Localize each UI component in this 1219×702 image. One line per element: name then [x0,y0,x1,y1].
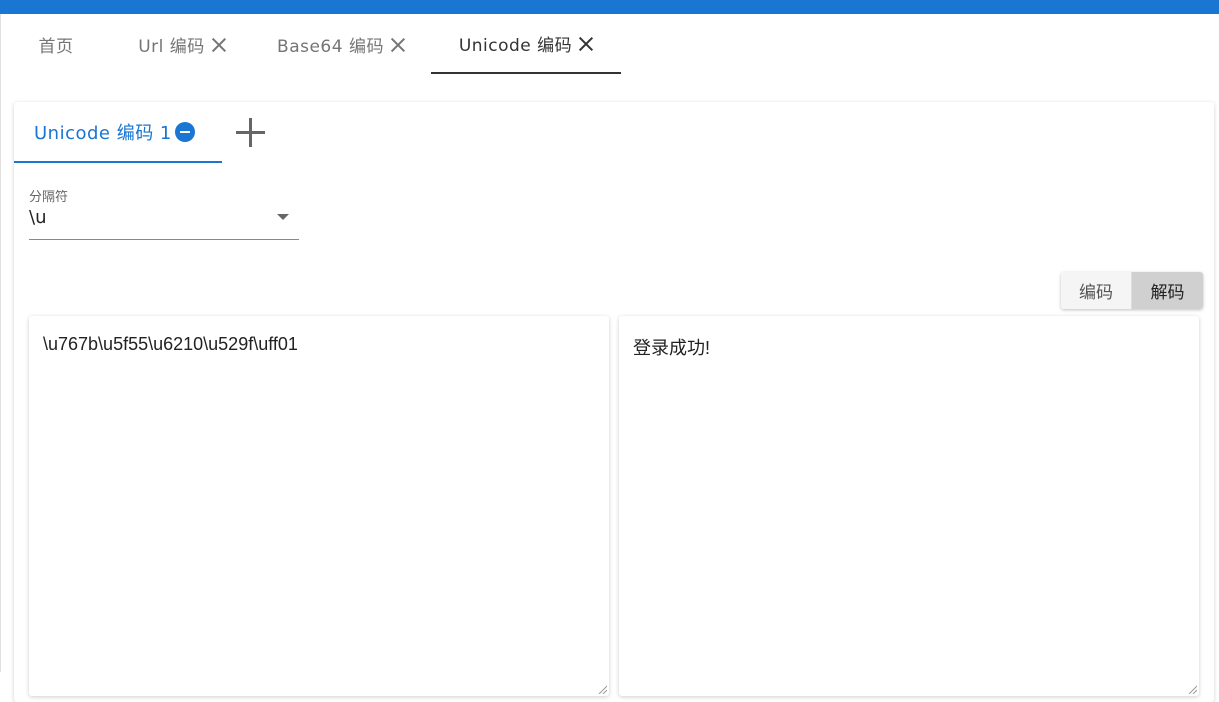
separator-value: \u [29,207,47,228]
close-icon[interactable] [390,37,405,52]
decode-button[interactable]: 解码 [1132,272,1203,309]
output-textarea[interactable]: 登录成功! [619,316,1199,696]
tab-base64-encode[interactable]: Base64 编码 [258,14,424,74]
left-border [0,14,1,672]
app-top-bar [0,0,1219,14]
close-icon[interactable] [211,37,226,52]
separator-label: 分隔符 [29,190,69,205]
tab-home-label: 首页 [38,36,74,57]
tab-url-encode[interactable]: Url 编码 [118,14,246,74]
mode-toggle-group: 编码 解码 [1061,272,1203,309]
caret-down-icon [277,214,289,220]
resize-handle-icon[interactable] [1187,684,1197,694]
tool-card: Unicode 编码 1 分隔符 \u 编码 解码 \u767b\u5f55\u… [14,102,1214,702]
separator-select[interactable]: 分隔符 \u [29,184,299,240]
output-text: 登录成功! [633,338,711,358]
tab-unicode-encode[interactable]: Unicode 编码 [431,14,621,74]
instance-tab-bar: Unicode 编码 1 [14,102,314,163]
instance-tab-label: Unicode 编码 1 [34,122,172,144]
encode-button[interactable]: 编码 [1061,272,1132,309]
input-text: \u767b\u5f55\u6210\u529f\uff01 [43,334,298,354]
top-tab-bar: 首页 Url 编码 Base64 编码 Unicode 编码 [0,14,1219,74]
tab-unicode-instance-1[interactable]: Unicode 编码 1 [14,102,222,163]
close-icon[interactable] [578,36,593,51]
tab-unicode-encode-label: Unicode 编码 [458,35,573,56]
tab-base64-encode-label: Base64 编码 [277,36,384,57]
input-textarea[interactable]: \u767b\u5f55\u6210\u529f\uff01 [29,316,609,696]
tab-home[interactable]: 首页 [20,14,92,74]
minus-circle-icon[interactable] [174,121,195,142]
resize-handle-icon[interactable] [597,684,607,694]
tab-url-encode-label: Url 编码 [138,36,205,57]
plus-icon[interactable] [234,116,266,148]
